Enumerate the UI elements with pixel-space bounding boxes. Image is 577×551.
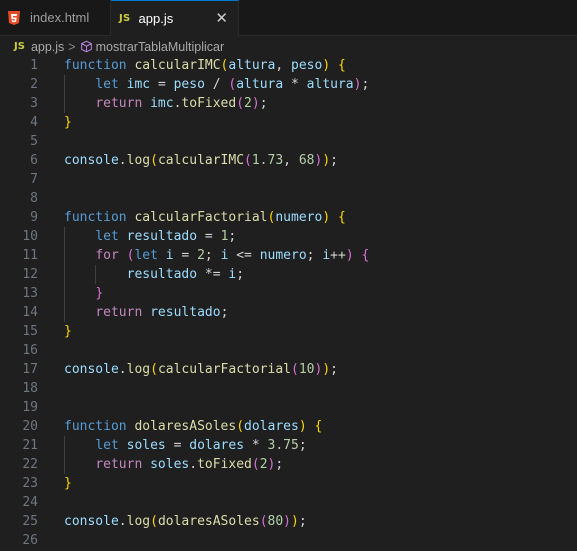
code-text: } [64, 476, 72, 491]
line-number: 7 [30, 172, 38, 187]
line-number: 5 [30, 134, 38, 149]
line-number: 4 [30, 115, 38, 130]
code-line[interactable]: 25 console.log(dolaresASoles(80)); [0, 512, 577, 531]
breadcrumb: JS app.js > mostrarTablaMultiplicar [0, 36, 577, 57]
tab-label: app.js [138, 11, 174, 26]
code-text: let soles = dolares * 3.75; [95, 438, 307, 453]
chevron-right-icon: > [68, 39, 76, 54]
line-number: 19 [22, 400, 38, 415]
tab-label: index.html [30, 10, 90, 25]
breadcrumb-file[interactable]: app.js [31, 40, 64, 54]
code-line[interactable]: 2 let imc = peso / (altura * altura); [0, 75, 577, 94]
code-text: console.log(dolaresASoles(80)); [64, 514, 307, 529]
code-line[interactable]: 1 function calcularIMC(altura, peso) { [0, 56, 577, 75]
code-line[interactable]: 5 [0, 132, 577, 151]
line-number: 20 [22, 419, 38, 434]
code-line[interactable]: 3 return imc.toFixed(2); [0, 94, 577, 113]
code-line[interactable]: 11 for (let i = 2; i <= numero; i++) { [0, 246, 577, 265]
code-line[interactable]: 16 [0, 341, 577, 360]
code-line[interactable]: 19 [0, 398, 577, 417]
editor-tab-bar: index.html JS app.js ✕ [0, 0, 577, 36]
code-line[interactable]: 23} [0, 474, 577, 493]
line-number: 15 [22, 324, 38, 339]
code-line[interactable]: 10 let resultado = 1; [0, 227, 577, 246]
line-number: 24 [22, 495, 38, 510]
code-text: } [95, 286, 104, 301]
line-number: 26 [22, 533, 38, 548]
html5-icon [8, 10, 20, 25]
code-line[interactable]: 4} [0, 113, 577, 132]
line-number: 25 [22, 514, 38, 529]
line-number: 18 [22, 381, 38, 396]
line-number: 11 [22, 248, 38, 263]
code-text: return imc.toFixed(2); [95, 96, 268, 111]
line-number: 9 [30, 210, 38, 225]
code-line[interactable]: 26 [0, 531, 577, 550]
breadcrumb-symbol[interactable]: mostrarTablaMultiplicar [96, 40, 225, 54]
code-text: for (let i = 2; i <= numero; i++) { [95, 248, 370, 263]
code-line[interactable]: 12 resultado *= i; [0, 265, 577, 284]
line-number: 22 [22, 457, 38, 472]
line-number: 6 [30, 153, 38, 168]
code-text: let resultado = 1; [95, 229, 237, 244]
tab-app-js[interactable]: JS app.js ✕ [111, 0, 239, 36]
js-icon: JS [119, 13, 131, 24]
code-text: return soles.toFixed(2); [95, 457, 284, 472]
code-line[interactable]: 9 function calcularFactorial(numero) { [0, 208, 577, 227]
code-editor[interactable]: 1 function calcularIMC(altura, peso) { 2 l… [0, 56, 577, 551]
code-text: function calcularIMC(altura, peso) { [64, 58, 346, 73]
code-line[interactable]: 24 [0, 493, 577, 512]
code-line[interactable]: 8 [0, 189, 577, 208]
code-line[interactable]: 22 return soles.toFixed(2); [0, 455, 577, 474]
line-number: 1 [30, 58, 38, 73]
cube-icon [80, 40, 92, 53]
code-text: } [64, 324, 72, 339]
line-number: 14 [22, 305, 38, 320]
code-line[interactable]: 15} [0, 322, 577, 341]
code-text: } [64, 115, 72, 130]
code-line[interactable]: 6 console.log(calcularIMC(1.73, 68)); [0, 151, 577, 170]
line-number: 21 [22, 438, 38, 453]
line-number: 13 [22, 286, 38, 301]
code-line[interactable]: 20 function dolaresASoles(dolares) { [0, 417, 577, 436]
line-number: 12 [22, 267, 38, 282]
code-text: function calcularFactorial(numero) { [64, 210, 346, 225]
code-line[interactable]: 7 [0, 170, 577, 189]
line-number: 10 [22, 229, 38, 244]
code-text: console.log(calcularFactorial(10)); [64, 362, 338, 377]
line-number: 8 [30, 191, 38, 206]
line-number: 3 [30, 96, 38, 111]
code-line[interactable]: 14 return resultado; [0, 303, 577, 322]
line-number: 2 [30, 77, 38, 92]
code-text: return resultado; [95, 305, 229, 320]
code-text: resultado *= i; [126, 267, 245, 282]
js-icon: JS [14, 41, 25, 52]
close-icon[interactable]: ✕ [215, 11, 228, 26]
code-text: function dolaresASoles(dolares) { [64, 419, 323, 434]
code-text: let imc = peso / (altura * altura); [95, 77, 370, 92]
line-number: 17 [22, 362, 38, 377]
code-line[interactable]: 13 } [0, 284, 577, 303]
line-number: 23 [22, 476, 38, 491]
code-text: console.log(calcularIMC(1.73, 68)); [64, 153, 338, 168]
code-line[interactable]: 18 [0, 379, 577, 398]
code-line[interactable]: 21 let soles = dolares * 3.75; [0, 436, 577, 455]
tab-index-html[interactable]: index.html [0, 0, 111, 35]
line-number: 16 [22, 343, 38, 358]
code-line[interactable]: 17 console.log(calcularFactorial(10)); [0, 360, 577, 379]
